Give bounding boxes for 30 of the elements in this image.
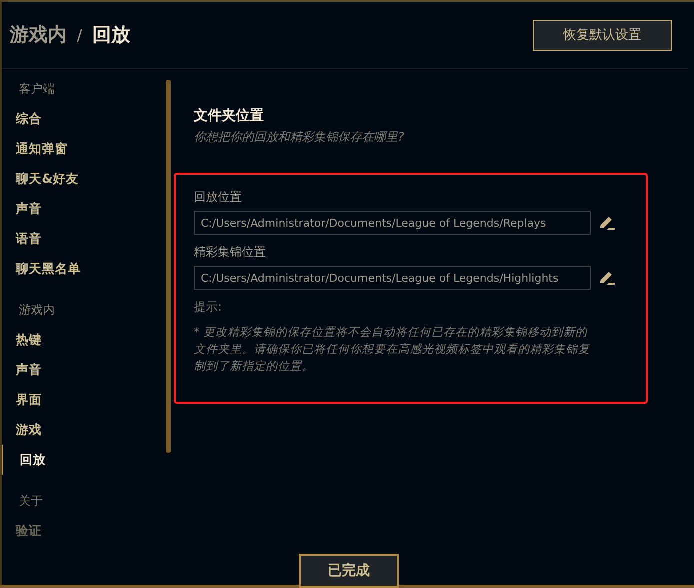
field-label: 精彩集锦位置 bbox=[194, 244, 267, 260]
breadcrumb-separator: / bbox=[77, 26, 82, 45]
sidebar-item[interactable]: 聊天&好友 bbox=[0, 164, 172, 194]
sidebar-item[interactable]: 界面 bbox=[0, 385, 172, 415]
pencil-icon[interactable] bbox=[599, 215, 615, 231]
breadcrumb-parent[interactable]: 游戏内 bbox=[10, 22, 67, 48]
path-field[interactable]: C:/Users/Administrator/Documents/League of Legends/Replays bbox=[194, 211, 591, 235]
reset-defaults-button[interactable]: 恢复默认设置 bbox=[533, 20, 672, 50]
sidebar-group-label: 客户端 bbox=[18, 81, 56, 98]
section-subtitle: 你想把你的回放和精彩集锦保存在哪里? bbox=[194, 129, 406, 146]
sidebar-item[interactable]: 验证 bbox=[0, 516, 172, 546]
scrollbar[interactable] bbox=[166, 80, 171, 453]
pencil-icon[interactable] bbox=[599, 270, 615, 286]
sidebar-group-label: 游戏内 bbox=[18, 302, 56, 319]
done-button[interactable]: 已完成 bbox=[299, 554, 399, 588]
hint-label: 提示: bbox=[194, 299, 224, 316]
sidebar-item[interactable]: 通知弹窗 bbox=[0, 134, 172, 164]
sidebar-item[interactable]: 聊天黑名单 bbox=[0, 254, 172, 284]
sidebar-item[interactable]: 声音 bbox=[0, 194, 172, 224]
sidebar-item[interactable]: 声音 bbox=[0, 355, 172, 385]
sidebar-item[interactable]: 游戏 bbox=[0, 415, 172, 445]
hint-text: * 更改精彩集锦的保存位置将不会自动将任何已存在的精彩集锦移动到新的文件夹里。请确保你已将任何你想要在高感光视频标签中观看的精彩集锦复制到了新指定的位置。 bbox=[194, 324, 591, 375]
sidebar-item[interactable]: 语音 bbox=[0, 224, 172, 254]
sidebar-item[interactable]: 热键 bbox=[0, 325, 172, 355]
sidebar-group-label: 关于 bbox=[18, 493, 44, 510]
field-label: 回放位置 bbox=[194, 189, 243, 205]
sidebar-item[interactable]: 综合 bbox=[0, 104, 172, 134]
path-field[interactable]: C:/Users/Administrator/Documents/League of Legends/Highlights bbox=[194, 266, 591, 290]
section-title: 文件夹位置 bbox=[194, 107, 265, 125]
page-title: 回放 bbox=[92, 23, 130, 48]
